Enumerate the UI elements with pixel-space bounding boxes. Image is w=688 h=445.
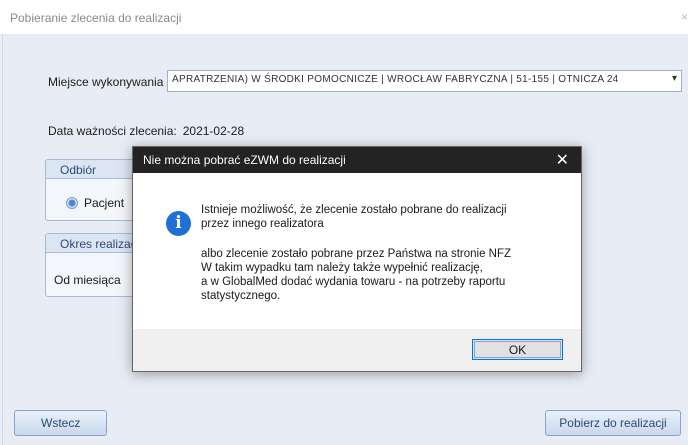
info-icon: i: [166, 211, 191, 236]
message-line: przez innego realizatora: [201, 218, 324, 230]
dialog-message: Istnieje możliwość, że zlecenie zostało …: [201, 203, 571, 303]
ok-button[interactable]: OK: [472, 339, 563, 360]
message-line: W takim wypadku tam należy także wypełni…: [201, 262, 483, 274]
place-value: APRATRZENIA) W ŚRODKI POMOCNICZE | WROCŁ…: [172, 74, 619, 85]
dialog-body: i Istnieje możliwość, że zlecenie został…: [133, 173, 581, 329]
dialog-close-icon[interactable]: ✕: [556, 150, 569, 170]
message-line: albo zlecenie zostało pobrane przez Pańs…: [201, 248, 512, 260]
fetch-button[interactable]: Pobierz do realizacji: [545, 410, 681, 436]
place-label: Miejsce wykonywania: [48, 75, 164, 89]
error-dialog: Nie można pobrać eZWM do realizacji ✕ i …: [132, 146, 582, 372]
window-titlebar: Pobieranie zlecenia do realizacji ×: [0, 0, 688, 34]
message-line: a w GlobalMed dodać wydania towaru - na …: [201, 276, 506, 288]
period-group-header: Okres realizacji: [46, 234, 144, 253]
validity-row: Data ważności zlecenia: 2021-02-28: [48, 124, 244, 138]
window-close-icon[interactable]: ×: [681, 10, 688, 24]
period-group: Okres realizacji Od miesiąca: [45, 233, 145, 297]
message-line: Istnieje możliwość, że zlecenie zostało …: [201, 204, 507, 216]
place-combobox[interactable]: APRATRZENIA) W ŚRODKI POMOCNICZE | WROCŁ…: [167, 70, 682, 92]
dialog-title: Nie można pobrać eZWM do realizacji: [143, 153, 346, 167]
from-month-label: Od miesiąca: [54, 273, 121, 287]
back-button[interactable]: Wstecz: [14, 410, 107, 436]
validity-value: 2021-02-28: [182, 124, 245, 138]
radio-selected-icon[interactable]: [66, 197, 78, 209]
pickup-option-label: Pacjent: [84, 196, 125, 210]
dialog-footer: OK: [133, 329, 581, 371]
pickup-group: Odbiór Pacjent: [45, 159, 145, 221]
validity-label: Data ważności zlecenia:: [48, 124, 177, 138]
chevron-down-icon[interactable]: ▾: [668, 73, 677, 84]
dialog-titlebar: Nie można pobrać eZWM do realizacji ✕: [133, 147, 581, 173]
message-line: statystycznego.: [201, 290, 281, 302]
window-title: Pobieranie zlecenia do realizacji: [10, 11, 182, 25]
pickup-option-patient[interactable]: Pacjent: [66, 196, 124, 210]
pickup-group-header: Odbiór: [46, 160, 144, 179]
